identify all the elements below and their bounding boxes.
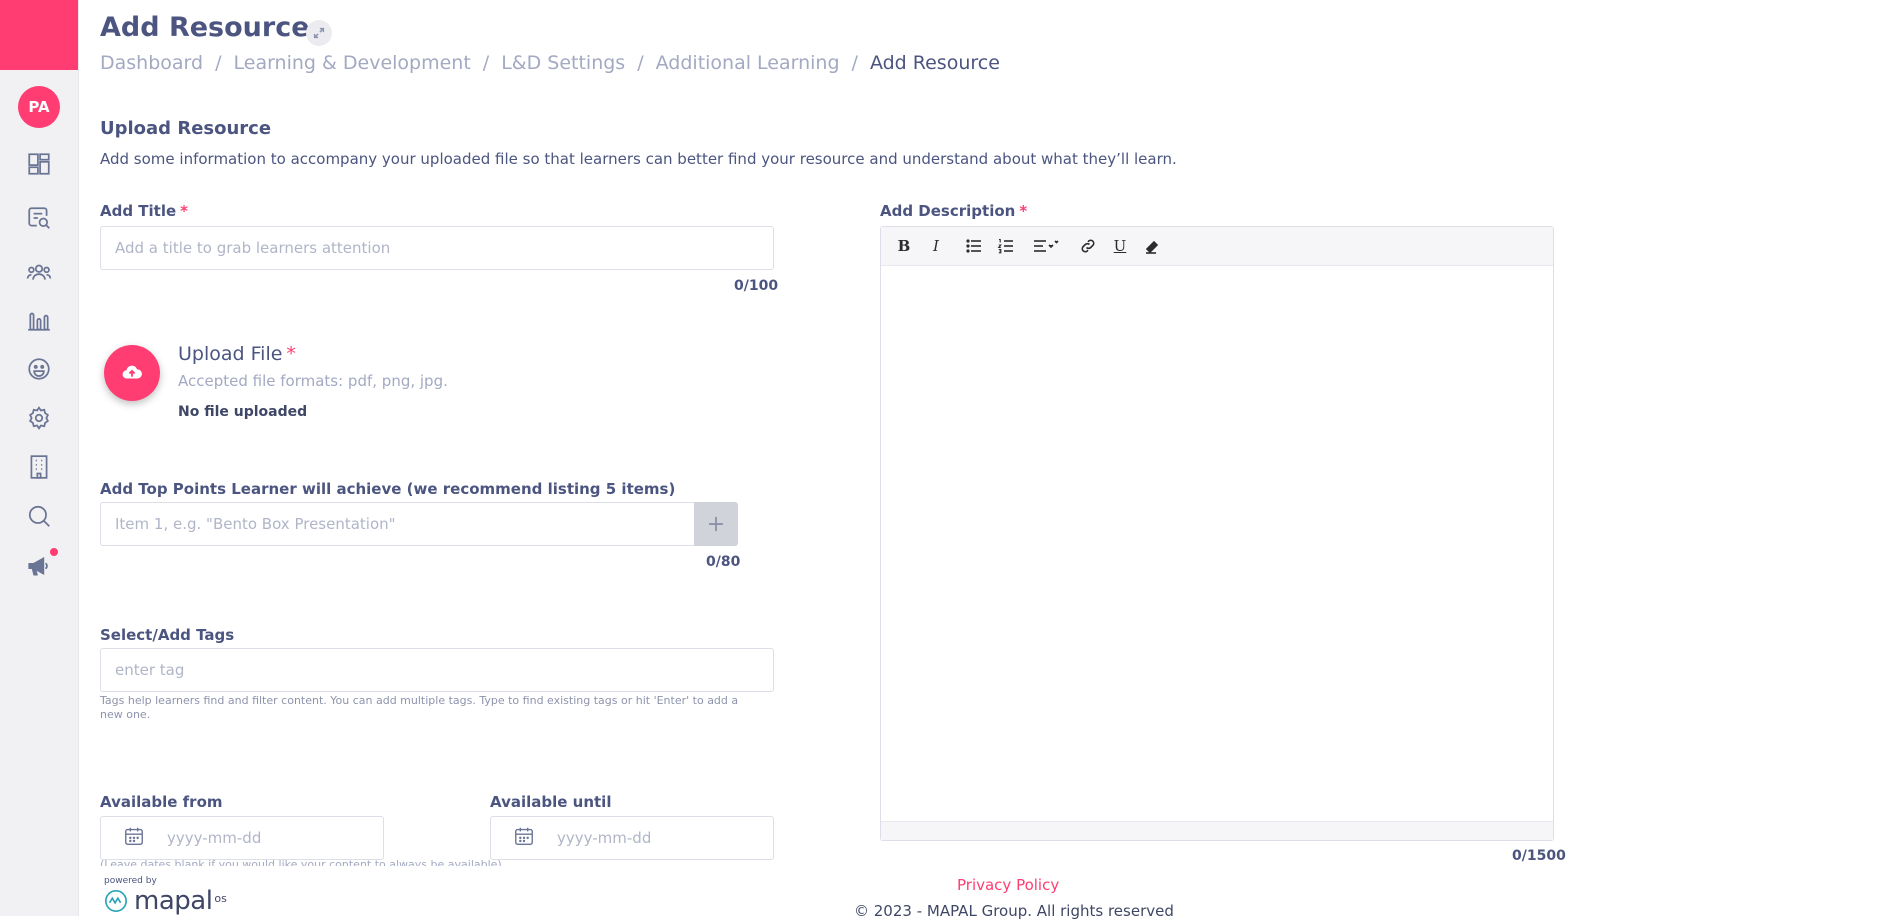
tags-help: Tags help learners find and filter conte…	[100, 694, 739, 721]
breadcrumb: Dashboard / Learning & Development / L&D Set…	[100, 52, 1000, 74]
notification-dot	[50, 548, 58, 556]
gear-icon[interactable]	[25, 404, 53, 432]
megaphone-icon[interactable]	[25, 552, 53, 580]
avatar[interactable]: PA	[18, 86, 60, 128]
points-label: Add Top Points Learner will achieve (we …	[100, 480, 676, 498]
privacy-policy-link[interactable]: Privacy Policy	[957, 876, 1059, 894]
upload-title: Upload File *	[178, 343, 296, 365]
calendar-icon	[123, 825, 145, 851]
title-label: Add Title *	[100, 202, 189, 220]
upload-status: No file uploaded	[178, 404, 308, 420]
sidebar: PA	[0, 0, 79, 916]
powered-by-label: powered by	[104, 876, 157, 886]
editor-content-area[interactable]	[881, 266, 1553, 821]
brand-block[interactable]	[0, 0, 78, 70]
page-title: Add Resource	[100, 12, 310, 43]
breadcrumb-additional-learning[interactable]: Additional Learning	[656, 52, 840, 74]
description-label: Add Description *	[880, 202, 1028, 220]
points-input[interactable]: Item 1, e.g. "Bento Box Presentation"	[100, 502, 696, 546]
numbered-list-icon[interactable]	[993, 233, 1019, 259]
calendar-icon	[513, 825, 535, 851]
bullet-list-icon[interactable]	[961, 233, 987, 259]
description-counter: 0/1500	[1512, 848, 1566, 864]
dates-help: (Leave dates blank if you would like you…	[100, 858, 502, 866]
plus-icon: +	[706, 511, 726, 537]
add-point-button[interactable]: +	[694, 502, 738, 546]
section-title: Upload Resource	[100, 118, 272, 139]
bold-icon[interactable]: B	[891, 233, 917, 259]
building-icon[interactable]	[25, 453, 53, 481]
title-counter: 0/100	[734, 278, 779, 294]
mapal-logo-icon	[105, 890, 127, 912]
dashboard-icon[interactable]	[25, 150, 53, 178]
copyright-text: © 2023 - MAPAL Group. All rights reserve…	[854, 902, 1174, 920]
expand-button[interactable]	[306, 20, 332, 46]
breadcrumb-ld-settings[interactable]: L&D Settings	[501, 52, 625, 74]
upload-formats: Accepted file formats: pdf, png, jpg.	[178, 372, 448, 390]
title-input[interactable]: Add a title to grab learners attention	[100, 226, 774, 270]
points-counter: 0/80	[706, 554, 741, 570]
breadcrumb-dashboard[interactable]: Dashboard	[100, 52, 203, 74]
tags-input[interactable]: enter tag	[100, 648, 774, 692]
section-description: Add some information to accompany your u…	[100, 150, 1177, 168]
available-from-input[interactable]: yyyy-mm-dd	[100, 816, 384, 860]
align-dropdown-icon[interactable]	[1025, 233, 1065, 259]
italic-icon[interactable]: I	[923, 233, 949, 259]
breadcrumb-learning-development[interactable]: Learning & Development	[234, 52, 471, 74]
document-search-icon[interactable]	[25, 204, 53, 232]
underline-icon[interactable]: U	[1107, 233, 1133, 259]
smiley-icon[interactable]	[25, 355, 53, 383]
cloud-upload-icon	[122, 365, 142, 379]
description-editor: B I U	[880, 226, 1554, 841]
editor-toolbar: B I U	[881, 227, 1553, 266]
bar-chart-icon[interactable]	[25, 306, 53, 334]
breadcrumb-current: Add Resource	[869, 52, 1000, 74]
link-icon[interactable]	[1075, 233, 1101, 259]
available-until-input[interactable]: yyyy-mm-dd	[490, 816, 774, 860]
available-from-label: Available from	[100, 793, 223, 811]
people-icon[interactable]	[25, 258, 53, 286]
editor-status-bar	[881, 821, 1553, 840]
tags-label: Select/Add Tags	[100, 626, 235, 644]
mapal-logo: mapal os	[104, 886, 227, 916]
upload-button[interactable]	[104, 345, 160, 401]
eraser-icon[interactable]	[1139, 233, 1165, 259]
available-until-label: Available until	[490, 793, 612, 811]
expand-icon	[313, 27, 325, 39]
search-icon[interactable]	[25, 502, 53, 530]
